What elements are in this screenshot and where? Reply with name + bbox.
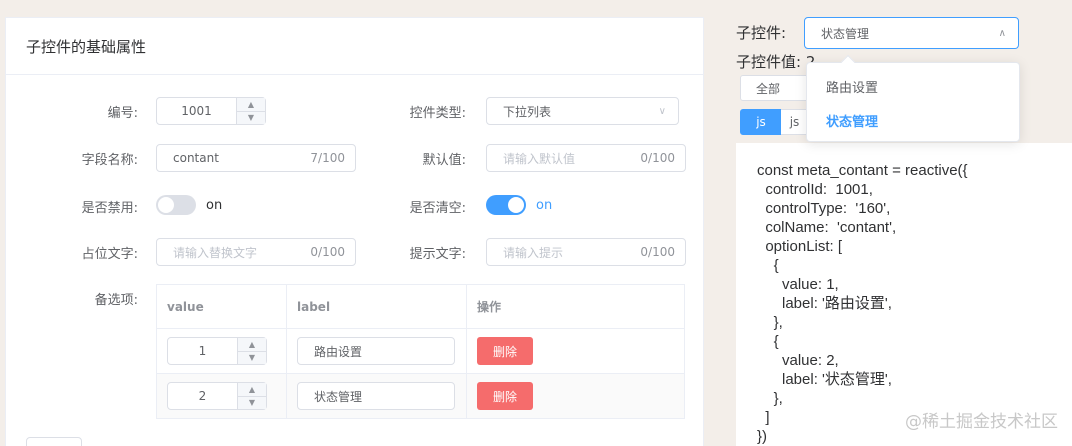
- chevron-down-icon: ∨: [658, 105, 666, 117]
- row-value-stepper[interactable]: ▲ ▼: [237, 383, 266, 409]
- dropdown-option-route[interactable]: 路由设置: [807, 69, 1019, 103]
- id-stepper[interactable]: ▲ ▼: [236, 98, 265, 124]
- default-value-placeholder: 请输入默认值: [503, 151, 576, 166]
- child-control-dropdown: 路由设置 状态管理: [806, 54, 1020, 142]
- disabled-label: 是否禁用:: [81, 201, 138, 216]
- header-action: 操作: [466, 284, 685, 329]
- child-control-value: 状态管理: [821, 26, 870, 41]
- table-row: 2 ▲ ▼ 状态管理 删除: [156, 373, 685, 419]
- control-type-label: 控件类型:: [409, 106, 466, 121]
- increase-icon[interactable]: ▲: [237, 98, 265, 112]
- delete-button[interactable]: 删除: [477, 337, 533, 365]
- table-header-row: value label 操作: [156, 284, 685, 329]
- row-value-input[interactable]: 1 ▲ ▼: [167, 337, 267, 365]
- placeholder-text-input[interactable]: 请输入替换文字 0/100: [156, 238, 356, 266]
- row-label-input[interactable]: 状态管理: [297, 382, 455, 410]
- row-value-input[interactable]: 2 ▲ ▼: [167, 382, 267, 410]
- field-name-label: 字段名称:: [81, 153, 138, 168]
- id-number-input[interactable]: 1001 ▲ ▼: [156, 97, 266, 125]
- clearable-switch[interactable]: [486, 195, 526, 215]
- hint-text-placeholder: 请输入提示: [503, 245, 564, 260]
- tab-js-active[interactable]: js: [740, 109, 782, 135]
- hint-text-count: 0/100: [640, 245, 675, 259]
- clearable-switch-text: on: [536, 198, 553, 213]
- disabled-switch[interactable]: [156, 195, 196, 215]
- control-type-select[interactable]: 下拉列表 ∨: [486, 97, 679, 125]
- increase-icon[interactable]: ▲: [238, 338, 266, 352]
- options-label: 备选项:: [94, 293, 138, 308]
- field-name-value: contant: [173, 151, 219, 165]
- placeholder-text-count: 0/100: [310, 245, 345, 259]
- delete-button[interactable]: 删除: [477, 382, 533, 410]
- table-row: 1 ▲ ▼ 路由设置 删除: [156, 328, 685, 374]
- header-value: value: [156, 284, 287, 329]
- child-control-label: 子控件:: [736, 24, 787, 42]
- child-control-select[interactable]: 状态管理 ∧: [804, 17, 1019, 49]
- id-value[interactable]: 1001: [157, 98, 236, 124]
- decrease-icon[interactable]: ▼: [238, 351, 266, 364]
- control-type-value: 下拉列表: [503, 104, 552, 119]
- placeholder-text-label: 占位文字:: [81, 247, 138, 262]
- tab-js[interactable]: js: [781, 109, 809, 135]
- placeholder-text-placeholder: 请输入替换文字: [173, 245, 258, 260]
- decrease-icon[interactable]: ▼: [238, 396, 266, 409]
- default-value-count: 0/100: [640, 151, 675, 165]
- options-table: value label 操作 1 ▲ ▼ 路由设置 删除 2 ▲ ▼ 状态管理 …: [156, 284, 685, 419]
- header-label: label: [286, 284, 467, 329]
- dropdown-arrow: [840, 54, 856, 70]
- row-value[interactable]: 1: [168, 338, 237, 364]
- add-option-button[interactable]: [26, 437, 82, 446]
- row-label-input[interactable]: 路由设置: [297, 337, 455, 365]
- card-title: 子控件的基础属性: [6, 18, 703, 75]
- disabled-switch-text: on: [206, 198, 223, 213]
- field-name-input[interactable]: contant 7/100: [156, 144, 356, 172]
- dropdown-option-state[interactable]: 状态管理: [807, 103, 1019, 137]
- code-preview: const meta_contant = reactive({ controlI…: [736, 143, 1072, 446]
- increase-icon[interactable]: ▲: [238, 383, 266, 397]
- watermark: @稀土掘金技术社区: [905, 412, 1058, 432]
- basic-properties-card: 子控件的基础属性 编号: 1001 ▲ ▼ 控件类型: 下拉列表 ∨ 字段名称:…: [5, 17, 704, 446]
- clearable-label: 是否清空:: [409, 201, 466, 216]
- row-value-stepper[interactable]: ▲ ▼: [237, 338, 266, 364]
- chevron-up-icon: ∧: [998, 27, 1006, 39]
- tab-all[interactable]: 全部: [740, 75, 796, 101]
- default-value-label: 默认值:: [422, 153, 466, 168]
- decrease-icon[interactable]: ▼: [237, 111, 265, 124]
- hint-text-label: 提示文字:: [409, 247, 466, 262]
- id-label: 编号:: [107, 106, 138, 121]
- field-name-count: 7/100: [310, 151, 345, 165]
- hint-text-input[interactable]: 请输入提示 0/100: [486, 238, 686, 266]
- row-value[interactable]: 2: [168, 383, 237, 409]
- default-value-input[interactable]: 请输入默认值 0/100: [486, 144, 686, 172]
- child-control-value-label: 子控件值: 2: [736, 53, 816, 71]
